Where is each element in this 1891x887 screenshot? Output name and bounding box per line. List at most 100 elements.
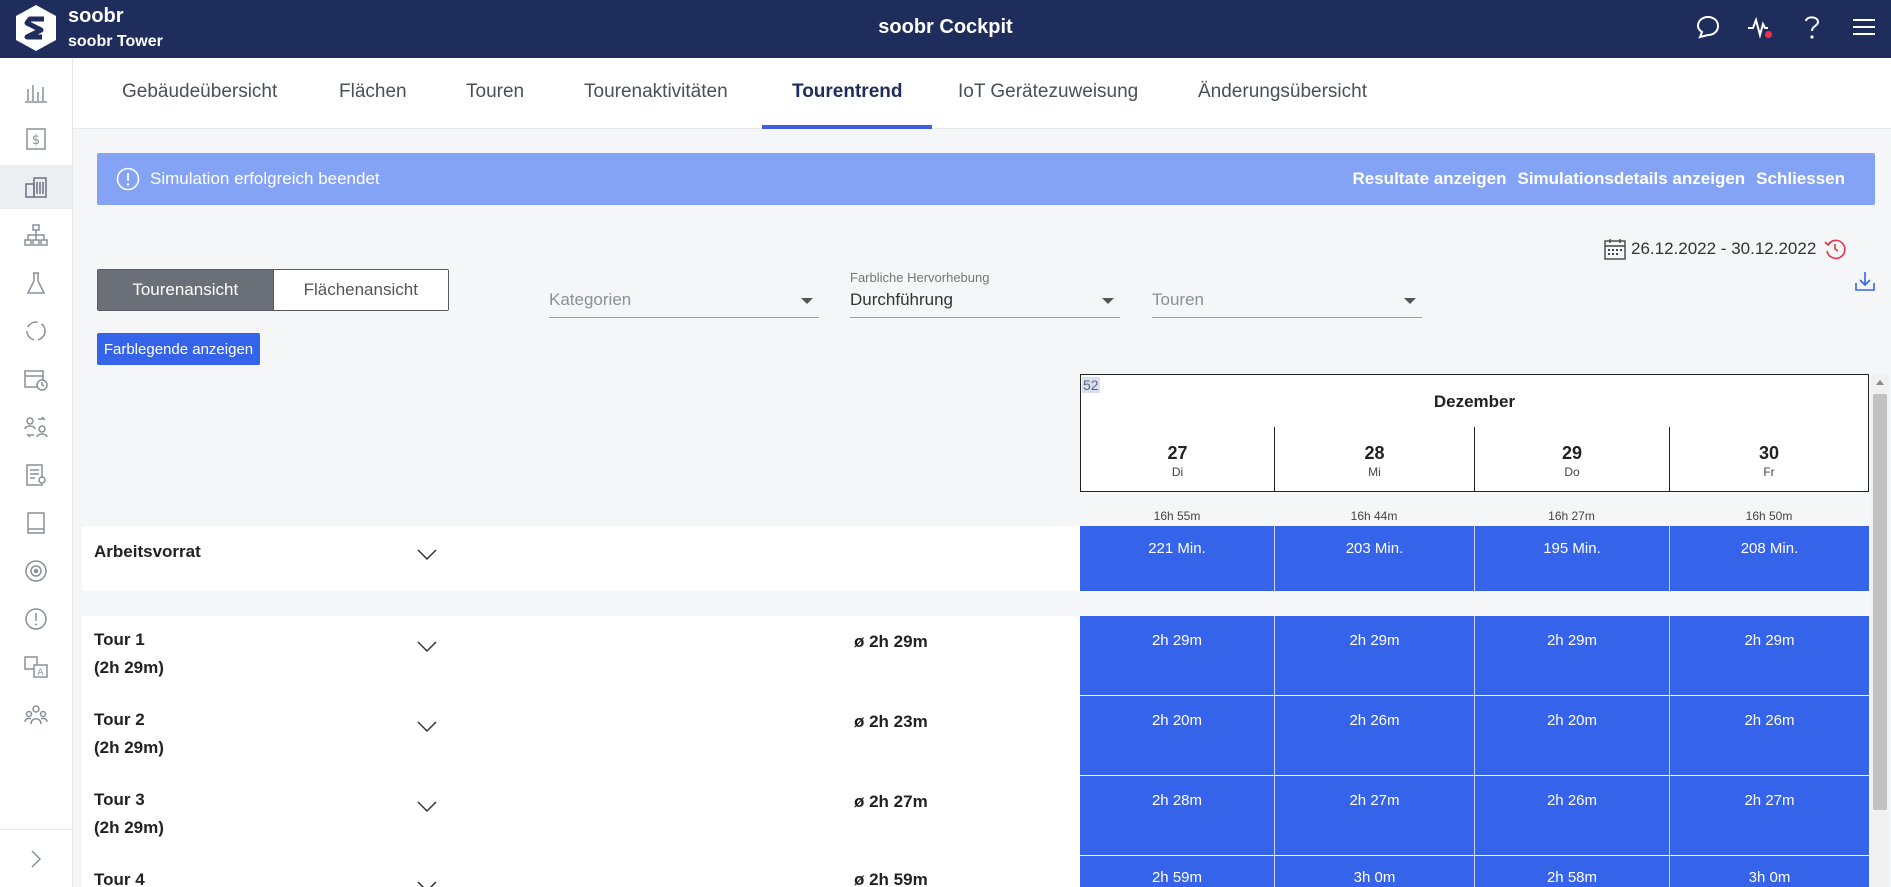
sidebar-expand-button[interactable] bbox=[0, 829, 72, 887]
tour-day-cell[interactable]: 2h 20m bbox=[1080, 696, 1274, 775]
tour-day-cell[interactable]: 2h 26m bbox=[1474, 776, 1669, 855]
tab-tourenaktivitaeten[interactable]: Tourenaktivitäten bbox=[554, 58, 758, 129]
categories-placeholder: Kategorien bbox=[549, 290, 632, 309]
tour-day-cell[interactable]: 2h 29m bbox=[1274, 616, 1474, 695]
show-results-link[interactable]: Resultate anzeigen bbox=[1353, 169, 1507, 189]
month-label: Dezember bbox=[1433, 392, 1516, 411]
backlog-cell[interactable]: 221 Min. bbox=[1080, 526, 1274, 591]
weekday-label: Mi bbox=[1368, 465, 1381, 479]
tour-average: ø 2h 27m bbox=[854, 792, 928, 811]
tour-row: Tour 2 (2h 29m) ø 2h 23m bbox=[82, 696, 1080, 776]
sidebar-team-icon[interactable] bbox=[0, 693, 72, 737]
sidebar-calendar-clock-icon[interactable] bbox=[0, 357, 72, 401]
simulation-banner: Simulation erfolgreich beendet Resultate… bbox=[97, 153, 1875, 205]
tour-row: Tour 1 (2h 29m) ø 2h 29m bbox=[82, 616, 1080, 696]
backlog-cell[interactable]: 208 Min. bbox=[1669, 526, 1869, 591]
tour-day-cell[interactable]: 2h 26m bbox=[1669, 696, 1869, 775]
tour-day-cell[interactable]: 3h 0m bbox=[1274, 856, 1474, 887]
sidebar-cycle-icon[interactable] bbox=[0, 309, 72, 353]
tour-day-cell[interactable]: 2h 27m bbox=[1274, 776, 1474, 855]
menu-icon[interactable] bbox=[1849, 10, 1879, 44]
tour-day-cell[interactable]: 2h 58m bbox=[1474, 856, 1669, 887]
day-total: 16h 55m bbox=[1153, 509, 1201, 523]
sidebar-report-icon[interactable] bbox=[0, 453, 72, 497]
tour-row: Tour 3 (2h 29m) ø 2h 27m bbox=[82, 776, 1080, 856]
backlog-cell[interactable]: 203 Min. bbox=[1274, 526, 1474, 591]
chevron-down-icon[interactable] bbox=[416, 548, 438, 562]
day-total: 16h 27m bbox=[1548, 509, 1595, 523]
tours-placeholder: Touren bbox=[1152, 290, 1204, 309]
tour-day-cell[interactable]: 2h 29m bbox=[1474, 616, 1669, 695]
sidebar-chart-icon[interactable] bbox=[0, 70, 72, 114]
vertical-scrollbar[interactable] bbox=[1871, 374, 1889, 887]
tour-day-cell[interactable]: 2h 28m bbox=[1080, 776, 1274, 855]
weekday-label: Di bbox=[1171, 465, 1184, 479]
history-reset-icon[interactable] bbox=[1823, 237, 1847, 261]
chevron-down-icon[interactable] bbox=[416, 880, 438, 887]
chevron-down-icon[interactable] bbox=[416, 720, 438, 734]
tour-day-cell[interactable]: 2h 59m bbox=[1080, 856, 1274, 887]
activity-icon[interactable] bbox=[1745, 10, 1775, 44]
banner-message: Simulation erfolgreich beendet bbox=[150, 169, 380, 188]
scroll-up-arrow-icon[interactable] bbox=[1876, 380, 1884, 385]
categories-dropdown[interactable]: Kategorien bbox=[549, 290, 819, 318]
sidebar-alert-icon[interactable] bbox=[0, 597, 72, 641]
day-column-header: 28 Mi bbox=[1274, 427, 1474, 491]
tab-flaechen[interactable]: Flächen bbox=[309, 58, 437, 129]
download-icon[interactable] bbox=[1854, 270, 1876, 292]
tour-name: Tour 3 bbox=[94, 790, 145, 809]
sidebar-target-icon[interactable] bbox=[0, 549, 72, 593]
tour-day-cell[interactable]: 2h 29m bbox=[1080, 616, 1274, 695]
date-range-text: 26.12.2022 - 30.12.2022 bbox=[1631, 239, 1817, 258]
tab-iot-geraetezuweisung[interactable]: IoT Gerätezuweisung bbox=[928, 58, 1168, 129]
highlight-dropdown[interactable]: Durchführung bbox=[850, 290, 1120, 318]
chevron-down-icon[interactable] bbox=[416, 640, 438, 654]
tab-tourentrend[interactable]: Tourentrend bbox=[762, 58, 933, 129]
tour-planned-duration: (2h 29m) bbox=[94, 818, 164, 837]
backlog-label: Arbeitsvorrat bbox=[94, 542, 201, 561]
day-number: 27 bbox=[1167, 443, 1188, 463]
day-column-header: 30 Fr bbox=[1669, 427, 1868, 491]
backlog-cell[interactable]: 195 Min. bbox=[1474, 526, 1669, 591]
area-view-button[interactable]: Flächenansicht bbox=[272, 270, 448, 310]
tour-day-cell[interactable]: 3h 0m bbox=[1669, 856, 1869, 887]
sidebar-building-icon[interactable] bbox=[0, 165, 72, 209]
week-number: 52 bbox=[1082, 377, 1100, 393]
tour-name: Tour 1 bbox=[94, 630, 145, 649]
show-simulation-details-link[interactable]: Simulationsdetails anzeigen bbox=[1518, 169, 1746, 189]
chevron-down-icon[interactable] bbox=[416, 800, 438, 814]
tab-aenderungsuebersicht[interactable]: Änderungsübersicht bbox=[1168, 58, 1397, 129]
scrollbar-thumb[interactable] bbox=[1873, 394, 1887, 810]
date-range-picker[interactable]: 26.12.2022 - 30.12.2022 bbox=[1604, 238, 1816, 260]
tour-average: ø 2h 59m bbox=[854, 870, 928, 887]
tour-day-cell[interactable]: 2h 29m bbox=[1669, 616, 1869, 695]
chat-icon[interactable] bbox=[1693, 10, 1723, 44]
tours-dropdown[interactable]: Touren bbox=[1152, 290, 1422, 318]
day-number: 28 bbox=[1364, 443, 1385, 463]
tour-day-cell[interactable]: 2h 20m bbox=[1474, 696, 1669, 775]
sidebar-hierarchy-icon[interactable] bbox=[0, 213, 72, 257]
caret-down-icon bbox=[1404, 298, 1416, 304]
sidebar-swap-users-icon[interactable] bbox=[0, 405, 72, 449]
tab-gebaeudeuebersicht[interactable]: Gebäudeübersicht bbox=[92, 58, 307, 129]
sidebar-dollar-icon[interactable]: $ bbox=[0, 117, 72, 161]
top-bar: soobr soobr Tower soobr Cockpit bbox=[0, 0, 1891, 58]
tab-touren[interactable]: Touren bbox=[436, 58, 554, 129]
sidebar-translate-icon[interactable]: A bbox=[0, 645, 72, 689]
backlog-row: Arbeitsvorrat bbox=[82, 526, 1080, 591]
help-icon[interactable] bbox=[1797, 10, 1827, 44]
day-column-header: 29 Do bbox=[1474, 427, 1669, 491]
sidebar: $ A bbox=[0, 58, 73, 887]
notification-dot bbox=[1765, 31, 1772, 38]
tour-view-button[interactable]: Tourenansicht bbox=[98, 270, 273, 310]
close-banner-link[interactable]: Schliessen bbox=[1756, 169, 1845, 189]
tour-average: ø 2h 29m bbox=[854, 632, 928, 651]
tour-name: Tour 2 bbox=[94, 710, 145, 729]
tour-day-cell[interactable]: 2h 26m bbox=[1274, 696, 1474, 775]
show-color-legend-button[interactable]: Farblegende anzeigen bbox=[97, 333, 260, 365]
tour-day-cell[interactable]: 2h 27m bbox=[1669, 776, 1869, 855]
calendar-header: 52 Dezember 27 Di 28 Mi 29 Do 30 Fr bbox=[1080, 374, 1869, 492]
day-total: 16h 44m bbox=[1350, 509, 1398, 523]
sidebar-book-icon[interactable] bbox=[0, 501, 72, 545]
sidebar-flask-icon[interactable] bbox=[0, 261, 72, 305]
